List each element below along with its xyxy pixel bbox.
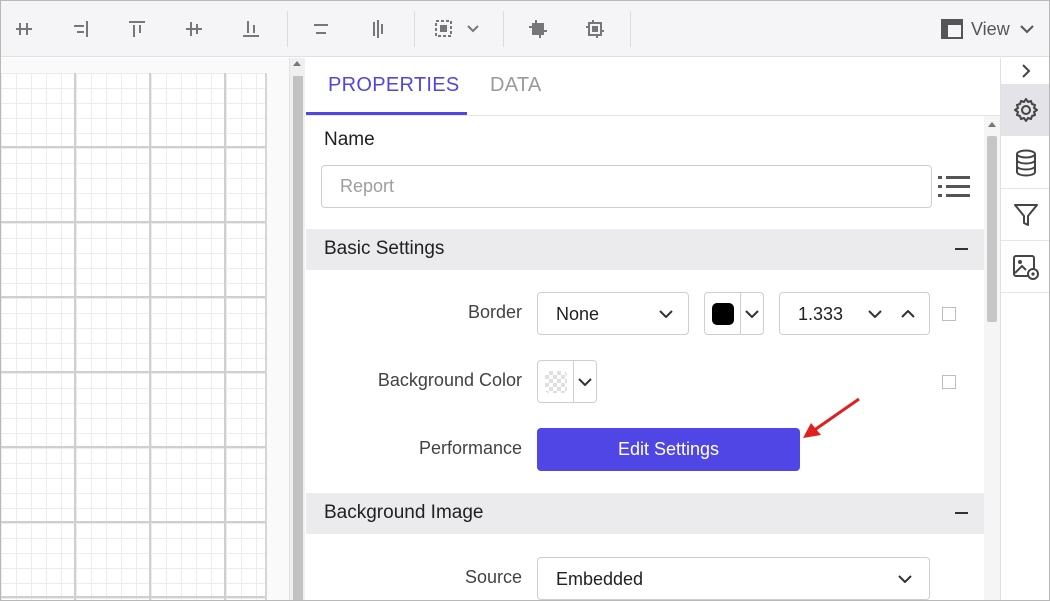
send-backward-icon[interactable] bbox=[580, 14, 610, 44]
design-canvas[interactable] bbox=[1, 58, 289, 600]
source-dropdown[interactable]: Embedded bbox=[537, 557, 930, 600]
panel-tabs: PROPERTIES DATA bbox=[306, 58, 1000, 116]
database-icon bbox=[1016, 149, 1036, 177]
chevron-down-icon bbox=[659, 310, 673, 318]
right-icon-bar bbox=[1000, 58, 1049, 600]
section-title: Basic Settings bbox=[324, 238, 445, 259]
distribute-vertical-icon[interactable] bbox=[363, 14, 393, 44]
align-center-icon[interactable] bbox=[179, 14, 209, 44]
scroll-up-arrow-icon[interactable] bbox=[988, 122, 996, 127]
data-sources-button[interactable] bbox=[1001, 137, 1049, 189]
collapse-icon[interactable] bbox=[955, 248, 968, 250]
align-right-icon[interactable] bbox=[65, 14, 95, 44]
border-width-stepper[interactable]: 1.333 bbox=[779, 292, 930, 335]
distribute-horizontal-icon[interactable] bbox=[306, 14, 336, 44]
name-label: Name bbox=[324, 129, 375, 150]
background-color-label: Background Color bbox=[377, 370, 522, 390]
bring-forward-icon[interactable] bbox=[523, 14, 553, 44]
panel-vertical-scrollbar[interactable] bbox=[984, 116, 1000, 600]
align-middle-icon[interactable] bbox=[9, 14, 39, 44]
collapse-icon[interactable] bbox=[955, 512, 968, 514]
image-settings-icon bbox=[1013, 254, 1039, 280]
gear-icon bbox=[1014, 97, 1038, 122]
border-width-value: 1.333 bbox=[798, 304, 844, 324]
properties-panel: PROPERTIES DATA Name Basic Settings Bord… bbox=[306, 58, 1000, 600]
toolbar-separator bbox=[503, 11, 504, 47]
border-label: Border bbox=[467, 302, 522, 322]
edit-settings-button[interactable]: Edit Settings bbox=[537, 428, 800, 471]
chevron-down-icon bbox=[745, 310, 759, 318]
toolbar-separator bbox=[630, 11, 631, 47]
border-color-picker[interactable] bbox=[704, 292, 764, 335]
properties-gear-button[interactable] bbox=[1001, 84, 1049, 136]
chevron-down-icon bbox=[1019, 24, 1034, 33]
source-label: Source bbox=[464, 567, 522, 587]
performance-label: Performance bbox=[418, 438, 522, 458]
toolbar-separator bbox=[414, 11, 415, 47]
chevron-right-icon bbox=[1022, 64, 1031, 78]
canvas-scroll-thumb[interactable] bbox=[293, 76, 303, 600]
align-bottom-icon[interactable] bbox=[236, 14, 266, 44]
background-color-picker[interactable] bbox=[537, 360, 597, 403]
background-image-header[interactable]: Background Image bbox=[306, 493, 984, 534]
view-menu-button[interactable]: View bbox=[941, 14, 1041, 44]
filter-icon bbox=[1014, 203, 1038, 226]
list-menu-icon[interactable] bbox=[938, 174, 970, 200]
tab-properties[interactable]: PROPERTIES bbox=[328, 74, 460, 97]
color-swatch bbox=[712, 303, 734, 325]
chevron-down-icon bbox=[898, 575, 912, 583]
picker-divider bbox=[573, 361, 574, 402]
border-style-value: None bbox=[556, 304, 600, 324]
active-tab-indicator bbox=[306, 112, 467, 115]
collapse-panel-button[interactable] bbox=[1001, 58, 1049, 84]
layout-icon bbox=[941, 19, 963, 39]
border-style-dropdown[interactable]: None bbox=[537, 292, 689, 335]
border-checkbox[interactable] bbox=[942, 307, 956, 321]
select-region-icon[interactable] bbox=[429, 14, 485, 44]
chevron-down-icon bbox=[578, 378, 592, 386]
annotation-arrow-icon bbox=[803, 397, 860, 438]
align-top-icon[interactable] bbox=[122, 14, 152, 44]
canvas-vertical-scrollbar[interactable] bbox=[289, 58, 305, 600]
section-title: Background Image bbox=[324, 502, 484, 523]
basic-settings-header[interactable]: Basic Settings bbox=[306, 229, 984, 270]
tab-data[interactable]: DATA bbox=[490, 74, 542, 97]
view-menu-label: View bbox=[971, 18, 1010, 39]
image-settings-button[interactable] bbox=[1001, 241, 1049, 293]
report-name-input[interactable] bbox=[321, 165, 932, 208]
filter-button[interactable] bbox=[1001, 189, 1049, 241]
canvas-grid[interactable] bbox=[1, 73, 267, 600]
stepper-down-icon[interactable] bbox=[868, 310, 882, 318]
scroll-up-arrow-icon[interactable] bbox=[293, 61, 301, 66]
panel-scroll-thumb[interactable] bbox=[987, 136, 997, 322]
background-color-checkbox[interactable] bbox=[942, 375, 956, 389]
source-value: Embedded bbox=[556, 569, 644, 589]
toolbar: View bbox=[1, 1, 1049, 57]
report-designer-window: View PROPERTIES DATA Name Basic Settings… bbox=[0, 0, 1050, 601]
transparent-swatch bbox=[545, 371, 567, 393]
picker-divider bbox=[740, 293, 741, 334]
toolbar-separator bbox=[287, 11, 288, 47]
stepper-up-icon[interactable] bbox=[901, 310, 915, 318]
